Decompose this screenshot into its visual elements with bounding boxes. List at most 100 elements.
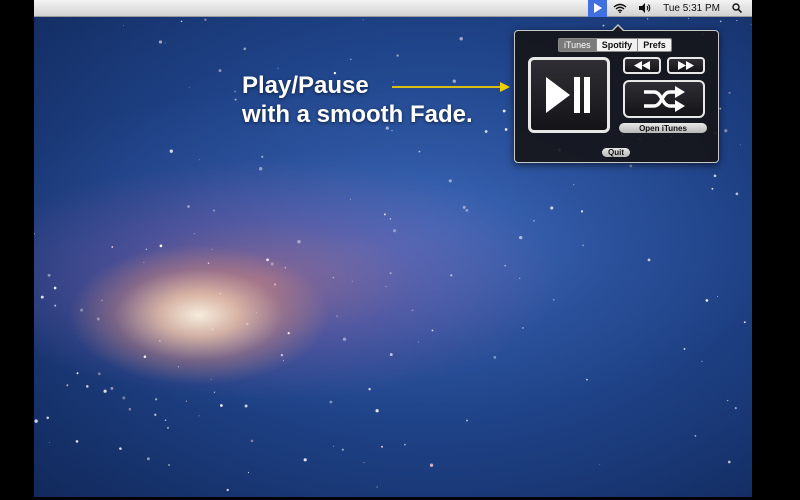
star bbox=[213, 391, 216, 394]
star bbox=[750, 24, 752, 26]
star bbox=[86, 385, 89, 388]
star bbox=[211, 248, 213, 250]
star bbox=[493, 356, 497, 359]
star bbox=[724, 129, 728, 133]
star bbox=[362, 19, 364, 21]
star bbox=[743, 321, 746, 324]
star bbox=[266, 258, 269, 262]
star bbox=[504, 128, 508, 131]
star bbox=[154, 398, 158, 401]
star bbox=[351, 280, 353, 282]
star bbox=[739, 144, 741, 146]
menubar-volume[interactable] bbox=[633, 0, 657, 17]
star bbox=[169, 149, 173, 153]
star bbox=[40, 295, 44, 299]
star bbox=[599, 464, 601, 465]
tab-spotify[interactable]: Spotify bbox=[595, 39, 638, 51]
star bbox=[383, 213, 386, 216]
star bbox=[189, 87, 191, 89]
star bbox=[194, 233, 196, 235]
menubar-spotlight[interactable] bbox=[726, 0, 752, 17]
open-itunes-button[interactable]: Open iTunes bbox=[619, 123, 707, 133]
star bbox=[429, 463, 434, 467]
star bbox=[66, 384, 69, 387]
shuffle-button[interactable] bbox=[623, 80, 705, 118]
star bbox=[210, 378, 212, 380]
star bbox=[736, 19, 738, 22]
menubar-wifi[interactable] bbox=[607, 0, 633, 17]
star bbox=[586, 378, 588, 381]
star bbox=[629, 164, 633, 168]
star bbox=[287, 332, 290, 335]
star bbox=[234, 90, 237, 93]
rewind-button[interactable] bbox=[623, 57, 661, 74]
star bbox=[277, 67, 279, 69]
star bbox=[533, 219, 535, 222]
fast-forward-button[interactable] bbox=[667, 57, 705, 74]
star bbox=[220, 404, 223, 407]
play-pause-button[interactable] bbox=[528, 57, 610, 133]
star bbox=[218, 69, 222, 73]
star bbox=[694, 435, 697, 437]
star bbox=[207, 262, 210, 265]
star bbox=[75, 440, 79, 443]
star bbox=[212, 209, 216, 212]
star bbox=[97, 372, 101, 376]
star bbox=[719, 20, 722, 23]
star bbox=[259, 167, 263, 171]
star bbox=[735, 192, 739, 196]
star bbox=[519, 277, 521, 280]
star bbox=[462, 205, 466, 209]
star bbox=[246, 322, 249, 326]
quit-button[interactable]: Quit bbox=[602, 148, 630, 157]
star bbox=[255, 312, 257, 314]
menubar-app-item[interactable] bbox=[588, 0, 608, 17]
star bbox=[711, 187, 714, 190]
star bbox=[247, 471, 250, 474]
star bbox=[164, 42, 166, 44]
player-tabs: iTunes Spotify Prefs bbox=[558, 38, 672, 52]
star bbox=[122, 396, 126, 400]
star bbox=[602, 24, 605, 27]
star bbox=[143, 355, 147, 359]
star bbox=[349, 198, 352, 200]
star bbox=[47, 273, 51, 277]
star bbox=[431, 329, 434, 332]
menubar-clock[interactable]: Tue 5:31 PM bbox=[657, 0, 726, 17]
star bbox=[212, 328, 214, 330]
star bbox=[502, 109, 506, 113]
star bbox=[329, 400, 333, 404]
tab-itunes[interactable]: iTunes bbox=[559, 39, 596, 51]
star bbox=[385, 286, 387, 288]
star bbox=[389, 218, 392, 220]
star bbox=[376, 486, 378, 488]
star bbox=[180, 20, 183, 23]
star bbox=[204, 18, 207, 22]
star bbox=[273, 283, 277, 286]
star bbox=[143, 261, 145, 263]
star bbox=[418, 150, 421, 153]
star bbox=[164, 419, 167, 421]
shuffle-icon bbox=[644, 86, 685, 112]
star bbox=[96, 317, 100, 321]
star bbox=[448, 179, 452, 183]
star bbox=[103, 389, 107, 393]
spotlight-search-icon bbox=[732, 3, 742, 13]
star bbox=[332, 445, 335, 447]
tab-prefs[interactable]: Prefs bbox=[637, 39, 671, 51]
star bbox=[159, 244, 163, 248]
star bbox=[34, 232, 35, 235]
star bbox=[701, 360, 703, 363]
star bbox=[726, 399, 729, 402]
star bbox=[381, 445, 383, 448]
star bbox=[80, 308, 84, 312]
play-icon bbox=[594, 3, 603, 13]
callout-arrow-icon bbox=[392, 82, 510, 92]
star bbox=[111, 246, 114, 248]
star bbox=[719, 107, 722, 110]
star bbox=[297, 240, 301, 244]
star bbox=[411, 309, 414, 312]
star bbox=[459, 37, 463, 41]
star bbox=[146, 457, 150, 461]
wifi-icon bbox=[613, 3, 627, 13]
